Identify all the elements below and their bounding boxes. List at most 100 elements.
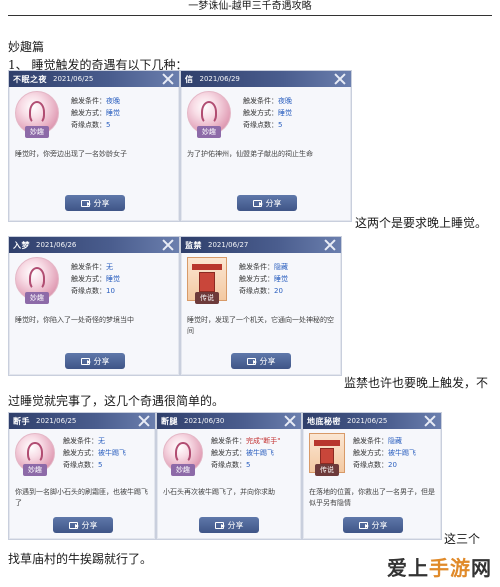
share-button[interactable]: 分享 — [343, 517, 403, 533]
event-card: 入梦 2021/06/26 妙趣 触发条件：无 触发方式：睡觉 奇缘点数：10 … — [8, 236, 180, 376]
points-label: 奇缘点数： — [239, 287, 274, 295]
watermark-text: 网 — [471, 556, 492, 580]
category-badge: 妙趣 — [25, 292, 49, 304]
points-value: 20 — [388, 461, 397, 469]
share-icon — [68, 521, 79, 529]
card-title: 入梦 — [13, 240, 30, 250]
card-header: 监禁 2021/06/27 — [181, 237, 341, 253]
card-date: 2021/06/30 — [184, 417, 225, 425]
cond-label: 触发条件： — [63, 437, 98, 445]
share-icon — [214, 521, 225, 529]
close-icon[interactable] — [161, 72, 175, 86]
card-header: 地底秘密 2021/06/25 — [303, 413, 441, 429]
share-button[interactable]: 分享 — [231, 353, 291, 369]
event-card: 信 2021/06/29 妙趣 触发条件：夜晚 触发方式：睡觉 奇缘点数：5 为… — [180, 70, 352, 222]
card-title: 信 — [185, 74, 194, 84]
watermark-text: 爱上 — [387, 556, 429, 580]
card-description: 睡觉时，发现了一个机关，它通向一处神秘的空间 — [187, 316, 334, 335]
method-label: 触发方式： — [211, 449, 246, 457]
close-icon[interactable] — [333, 72, 347, 86]
cond-label: 触发条件： — [353, 437, 388, 445]
card-description: 睡觉时，你陷入了一处奇怪的梦境当中 — [15, 316, 134, 324]
card-date: 2021/06/29 — [199, 75, 240, 83]
method-value: 被牛踢飞 — [98, 449, 126, 457]
cond-label: 触发条件： — [243, 97, 278, 105]
avatar: 妙趣 — [15, 91, 59, 138]
card-header: 断腿 2021/06/30 — [157, 413, 301, 429]
card-body: 传说 触发条件：隐藏 触发方式：被牛踢飞 奇缘点数：20 在落地的位置，你救出了… — [303, 429, 441, 507]
card-title: 监禁 — [185, 240, 202, 250]
share-button[interactable]: 分享 — [199, 517, 259, 533]
card-body: 妙趣 触发条件：无 触发方式：睡觉 奇缘点数：10 睡觉时，你陷入了一处奇怪的梦… — [9, 253, 179, 324]
card-attributes: 触发条件：完成"断手" 触发方式：被牛踢飞 奇缘点数：5 — [211, 435, 280, 471]
card-attributes: 触发条件：无 触发方式：睡觉 奇缘点数：10 — [71, 261, 120, 297]
share-button[interactable]: 分享 — [65, 353, 125, 369]
close-icon[interactable] — [283, 414, 297, 428]
points-value: 5 — [98, 461, 103, 469]
cond-value: 夜晚 — [278, 97, 292, 105]
card-body: 妙趣 触发条件：夜晚 触发方式：睡觉 奇缘点数：5 睡觉时，你旁边出现了一名妙龄… — [9, 87, 179, 158]
category-badge: 传说 — [195, 292, 219, 304]
watermark-text: 手游 — [429, 556, 471, 580]
share-label: 分享 — [93, 356, 110, 366]
share-icon — [252, 199, 263, 207]
method-value: 被牛踢飞 — [246, 449, 274, 457]
site-watermark: 爱上手游网 — [387, 552, 492, 581]
share-button[interactable]: 分享 — [53, 517, 113, 533]
method-label: 触发方式： — [243, 109, 278, 117]
close-icon[interactable] — [423, 414, 437, 428]
method-label: 触发方式： — [239, 275, 274, 283]
points-value: 20 — [274, 287, 283, 295]
cond-value: 无 — [106, 263, 113, 271]
card-attributes: 触发条件：夜晚 触发方式：睡觉 奇缘点数：5 — [243, 95, 292, 131]
avatar: 妙趣 — [187, 91, 231, 138]
card-title: 断腿 — [161, 416, 178, 426]
card-header: 入梦 2021/06/26 — [9, 237, 179, 253]
close-icon[interactable] — [137, 414, 151, 428]
method-label: 触发方式： — [353, 449, 388, 457]
event-card: 断腿 2021/06/30 妙趣 触发条件：完成"断手" 触发方式：被牛踢飞 奇… — [156, 412, 302, 540]
close-icon[interactable] — [161, 238, 175, 252]
points-label: 奇缘点数： — [63, 461, 98, 469]
card-attributes: 触发条件：无 触发方式：被牛踢飞 奇缘点数：5 — [63, 435, 126, 471]
share-button[interactable]: 分享 — [237, 195, 297, 211]
method-value: 睡觉 — [274, 275, 288, 283]
share-icon — [246, 357, 257, 365]
category-badge: 妙趣 — [23, 464, 47, 476]
card-description: 为了护佑神州，仙盟弟子献出的祠止生命 — [187, 150, 313, 158]
cond-value: 隐藏 — [274, 263, 288, 271]
card-attributes: 触发条件：夜晚 触发方式：睡觉 奇缘点数：5 — [71, 95, 120, 131]
cond-value: 无 — [98, 437, 105, 445]
share-icon — [80, 357, 91, 365]
share-button[interactable]: 分享 — [65, 195, 125, 211]
card-body: 妙趣 触发条件：完成"断手" 触发方式：被牛踢飞 奇缘点数：5 小石头再次被牛踢… — [157, 429, 301, 496]
cond-value: 完成"断手" — [246, 437, 281, 445]
gate-icon: 传说 — [187, 257, 227, 304]
category-badge: 传说 — [315, 464, 339, 476]
points-label: 奇缘点数： — [71, 287, 106, 295]
method-value: 被牛踢飞 — [388, 449, 416, 457]
card-date: 2021/06/25 — [53, 75, 94, 83]
note-text: 过睡觉就完事了，这几个奇遇很简单的。 — [8, 394, 225, 408]
share-icon — [80, 199, 91, 207]
share-icon — [358, 521, 369, 529]
points-value: 5 — [246, 461, 251, 469]
cond-value: 隐藏 — [388, 437, 402, 445]
avatar: 妙趣 — [15, 257, 59, 304]
cond-label: 触发条件： — [211, 437, 246, 445]
card-description: 你遇到一名脚小石头的刷霜匪，也被牛踢飞了 — [15, 488, 148, 507]
card-body: 传说 触发条件：隐藏 触发方式：睡觉 奇缘点数：20 睡觉时，发现了一个机关，它… — [181, 253, 341, 335]
event-card: 地底秘密 2021/06/25 传说 触发条件：隐藏 触发方式：被牛踢飞 奇缘点… — [302, 412, 442, 540]
close-icon[interactable] — [323, 238, 337, 252]
card-description: 睡觉时，你旁边出现了一名妙龄女子 — [15, 150, 127, 158]
share-label: 分享 — [93, 198, 110, 208]
gate-icon: 传说 — [309, 433, 345, 476]
section-title: 妙趣篇 — [8, 40, 45, 54]
method-label: 触发方式： — [71, 275, 106, 283]
event-card: 监禁 2021/06/27 传说 触发条件：隐藏 触发方式：睡觉 奇缘点数：20… — [180, 236, 342, 376]
cond-label: 触发条件： — [71, 263, 106, 271]
card-attributes: 触发条件：隐藏 触发方式：睡觉 奇缘点数：20 — [239, 261, 288, 297]
share-label: 分享 — [265, 198, 282, 208]
card-header: 断手 2021/06/25 — [9, 413, 155, 429]
method-value: 睡觉 — [106, 109, 120, 117]
